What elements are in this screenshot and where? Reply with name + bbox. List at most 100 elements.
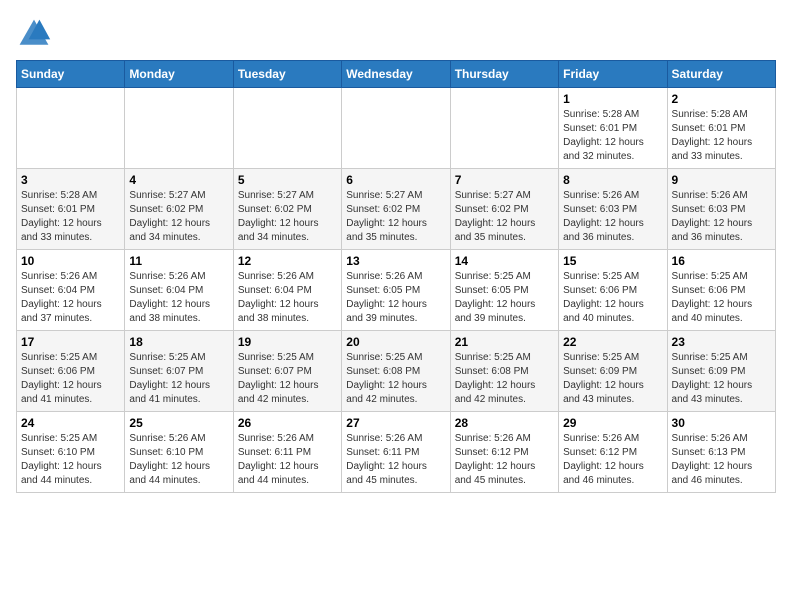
day-info: Sunrise: 5:25 AMSunset: 6:07 PMDaylight:… bbox=[129, 351, 228, 407]
calendar-cell: 11 Sunrise: 5:26 AMSunset: 6:04 PMDayligh… bbox=[125, 250, 233, 331]
day-info: Sunrise: 5:27 AMSunset: 6:02 PMDaylight:… bbox=[238, 189, 337, 245]
calendar-cell: 28 Sunrise: 5:26 AMSunset: 6:12 PMDayligh… bbox=[450, 412, 558, 493]
day-number: 16 bbox=[672, 254, 771, 268]
day-info: Sunrise: 5:25 AMSunset: 6:10 PMDaylight:… bbox=[21, 432, 120, 488]
day-number: 29 bbox=[563, 416, 662, 430]
calendar-cell: 8 Sunrise: 5:26 AMSunset: 6:03 PMDaylight… bbox=[559, 169, 667, 250]
calendar-cell: 24Sunrise: 5:25 AMSunset: 6:10 PMDayligh… bbox=[17, 412, 125, 493]
day-number: 30 bbox=[672, 416, 771, 430]
calendar-week-row: 1 Sunrise: 5:28 AMSunset: 6:01 PMDaylight… bbox=[17, 88, 776, 169]
day-info: Sunrise: 5:28 AMSunset: 6:01 PMDaylight:… bbox=[672, 108, 771, 164]
day-info: Sunrise: 5:26 AMSunset: 6:04 PMDaylight:… bbox=[238, 270, 337, 326]
day-info: Sunrise: 5:26 AMSunset: 6:10 PMDaylight:… bbox=[129, 432, 228, 488]
day-info: Sunrise: 5:25 AMSunset: 6:06 PMDaylight:… bbox=[563, 270, 662, 326]
day-info: Sunrise: 5:26 AMSunset: 6:04 PMDaylight:… bbox=[129, 270, 228, 326]
day-info: Sunrise: 5:25 AMSunset: 6:06 PMDaylight:… bbox=[672, 270, 771, 326]
day-info: Sunrise: 5:25 AMSunset: 6:06 PMDaylight:… bbox=[21, 351, 120, 407]
calendar-cell: 25 Sunrise: 5:26 AMSunset: 6:10 PMDayligh… bbox=[125, 412, 233, 493]
calendar-cell: 10 Sunrise: 5:26 AMSunset: 6:04 PMDayligh… bbox=[17, 250, 125, 331]
calendar-cell: 3 Sunrise: 5:28 AMSunset: 6:01 PMDaylight… bbox=[17, 169, 125, 250]
day-number: 18 bbox=[129, 335, 228, 349]
calendar-cell: 1 Sunrise: 5:28 AMSunset: 6:01 PMDaylight… bbox=[559, 88, 667, 169]
day-number: 15 bbox=[563, 254, 662, 268]
calendar-cell: 2 Sunrise: 5:28 AMSunset: 6:01 PMDaylight… bbox=[667, 88, 775, 169]
day-number: 28 bbox=[455, 416, 554, 430]
calendar-cell: 22 Sunrise: 5:25 AMSunset: 6:09 PMDayligh… bbox=[559, 331, 667, 412]
day-number: 19 bbox=[238, 335, 337, 349]
day-info: Sunrise: 5:25 AMSunset: 6:09 PMDaylight:… bbox=[672, 351, 771, 407]
day-info: Sunrise: 5:25 AMSunset: 6:08 PMDaylight:… bbox=[455, 351, 554, 407]
calendar-cell bbox=[17, 88, 125, 169]
calendar-cell: 29 Sunrise: 5:26 AMSunset: 6:12 PMDayligh… bbox=[559, 412, 667, 493]
day-info: Sunrise: 5:25 AMSunset: 6:08 PMDaylight:… bbox=[346, 351, 445, 407]
day-info: Sunrise: 5:26 AMSunset: 6:12 PMDaylight:… bbox=[455, 432, 554, 488]
calendar-header-row: SundayMondayTuesdayWednesdayThursdayFrid… bbox=[17, 61, 776, 88]
day-info: Sunrise: 5:25 AMSunset: 6:05 PMDaylight:… bbox=[455, 270, 554, 326]
logo-icon bbox=[16, 16, 52, 52]
calendar-day-header: Tuesday bbox=[233, 61, 341, 88]
calendar-day-header: Saturday bbox=[667, 61, 775, 88]
day-number: 10 bbox=[21, 254, 120, 268]
day-info: Sunrise: 5:26 AMSunset: 6:12 PMDaylight:… bbox=[563, 432, 662, 488]
day-number: 14 bbox=[455, 254, 554, 268]
day-number: 11 bbox=[129, 254, 228, 268]
day-number: 21 bbox=[455, 335, 554, 349]
day-number: 17 bbox=[21, 335, 120, 349]
day-info: Sunrise: 5:26 AMSunset: 6:04 PMDaylight:… bbox=[21, 270, 120, 326]
day-number: 6 bbox=[346, 173, 445, 187]
calendar-cell: 16 Sunrise: 5:25 AMSunset: 6:06 PMDayligh… bbox=[667, 250, 775, 331]
day-info: Sunrise: 5:26 AMSunset: 6:05 PMDaylight:… bbox=[346, 270, 445, 326]
day-number: 9 bbox=[672, 173, 771, 187]
day-info: Sunrise: 5:26 AMSunset: 6:11 PMDaylight:… bbox=[346, 432, 445, 488]
calendar-cell: 13 Sunrise: 5:26 AMSunset: 6:05 PMDayligh… bbox=[342, 250, 450, 331]
day-info: Sunrise: 5:28 AMSunset: 6:01 PMDaylight:… bbox=[21, 189, 120, 245]
day-number: 27 bbox=[346, 416, 445, 430]
day-number: 2 bbox=[672, 92, 771, 106]
logo bbox=[16, 16, 56, 52]
day-info: Sunrise: 5:26 AMSunset: 6:13 PMDaylight:… bbox=[672, 432, 771, 488]
calendar-cell: 15 Sunrise: 5:25 AMSunset: 6:06 PMDayligh… bbox=[559, 250, 667, 331]
calendar-cell: 6 Sunrise: 5:27 AMSunset: 6:02 PMDaylight… bbox=[342, 169, 450, 250]
calendar-week-row: 3 Sunrise: 5:28 AMSunset: 6:01 PMDaylight… bbox=[17, 169, 776, 250]
day-info: Sunrise: 5:26 AMSunset: 6:03 PMDaylight:… bbox=[563, 189, 662, 245]
calendar-cell: 12 Sunrise: 5:26 AMSunset: 6:04 PMDayligh… bbox=[233, 250, 341, 331]
calendar-cell: 20 Sunrise: 5:25 AMSunset: 6:08 PMDayligh… bbox=[342, 331, 450, 412]
calendar-cell: 5Sunrise: 5:27 AMSunset: 6:02 PMDaylight… bbox=[233, 169, 341, 250]
calendar-day-header: Thursday bbox=[450, 61, 558, 88]
day-number: 23 bbox=[672, 335, 771, 349]
day-info: Sunrise: 5:27 AMSunset: 6:02 PMDaylight:… bbox=[455, 189, 554, 245]
calendar-cell bbox=[342, 88, 450, 169]
day-info: Sunrise: 5:26 AMSunset: 6:11 PMDaylight:… bbox=[238, 432, 337, 488]
day-info: Sunrise: 5:27 AMSunset: 6:02 PMDaylight:… bbox=[129, 189, 228, 245]
calendar-cell: 17 Sunrise: 5:25 AMSunset: 6:06 PMDayligh… bbox=[17, 331, 125, 412]
calendar-cell: 27 Sunrise: 5:26 AMSunset: 6:11 PMDayligh… bbox=[342, 412, 450, 493]
calendar-cell: 19 Sunrise: 5:25 AMSunset: 6:07 PMDayligh… bbox=[233, 331, 341, 412]
calendar-day-header: Monday bbox=[125, 61, 233, 88]
day-number: 4 bbox=[129, 173, 228, 187]
calendar-cell bbox=[125, 88, 233, 169]
day-number: 3 bbox=[21, 173, 120, 187]
day-number: 8 bbox=[563, 173, 662, 187]
day-number: 13 bbox=[346, 254, 445, 268]
day-info: Sunrise: 5:26 AMSunset: 6:03 PMDaylight:… bbox=[672, 189, 771, 245]
day-number: 7 bbox=[455, 173, 554, 187]
day-number: 25 bbox=[129, 416, 228, 430]
page-header bbox=[16, 16, 776, 52]
day-info: Sunrise: 5:25 AMSunset: 6:07 PMDaylight:… bbox=[238, 351, 337, 407]
calendar-cell bbox=[450, 88, 558, 169]
day-number: 20 bbox=[346, 335, 445, 349]
day-info: Sunrise: 5:28 AMSunset: 6:01 PMDaylight:… bbox=[563, 108, 662, 164]
calendar-table: SundayMondayTuesdayWednesdayThursdayFrid… bbox=[16, 60, 776, 493]
day-number: 22 bbox=[563, 335, 662, 349]
day-number: 1 bbox=[563, 92, 662, 106]
day-info: Sunrise: 5:25 AMSunset: 6:09 PMDaylight:… bbox=[563, 351, 662, 407]
day-number: 12 bbox=[238, 254, 337, 268]
day-info: Sunrise: 5:27 AMSunset: 6:02 PMDaylight:… bbox=[346, 189, 445, 245]
calendar-day-header: Wednesday bbox=[342, 61, 450, 88]
calendar-cell bbox=[233, 88, 341, 169]
day-number: 26 bbox=[238, 416, 337, 430]
calendar-week-row: 10 Sunrise: 5:26 AMSunset: 6:04 PMDayligh… bbox=[17, 250, 776, 331]
calendar-cell: 4 Sunrise: 5:27 AMSunset: 6:02 PMDaylight… bbox=[125, 169, 233, 250]
calendar-cell: 26 Sunrise: 5:26 AMSunset: 6:11 PMDayligh… bbox=[233, 412, 341, 493]
calendar-cell: 9 Sunrise: 5:26 AMSunset: 6:03 PMDaylight… bbox=[667, 169, 775, 250]
